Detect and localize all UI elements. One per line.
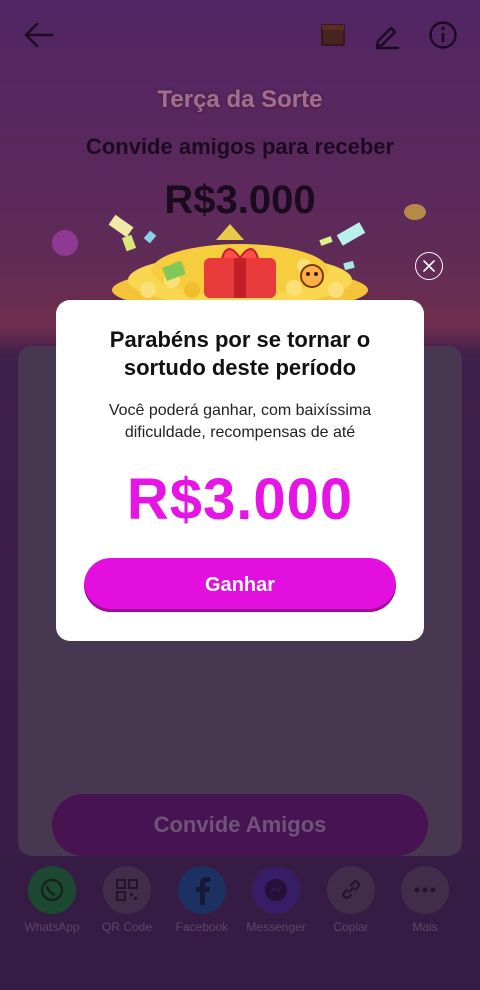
close-icon [423, 260, 435, 272]
coin-icon [52, 230, 78, 256]
claim-button[interactable]: Ganhar [84, 558, 396, 612]
modal-title: Parabéns por se tornar o sortudo deste p… [109, 327, 371, 380]
treasure-chest-icon [112, 224, 368, 310]
coin-icon [404, 204, 426, 220]
reward-modal: Parabéns por se tornar o sortudo deste p… [56, 300, 424, 641]
close-modal-button[interactable] [415, 252, 443, 280]
modal-reward-amount: R$3.000 [126, 467, 354, 532]
modal-subtitle: Você poderá ganhar, com baixíssima dific… [108, 402, 372, 441]
